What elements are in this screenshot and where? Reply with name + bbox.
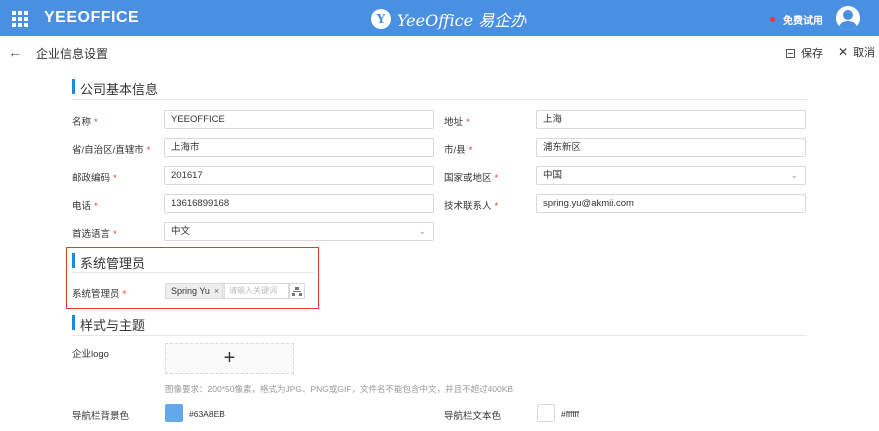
required-mark: * — [494, 173, 499, 184]
admin-keyword-input[interactable]: 请输入关键词 — [222, 283, 289, 299]
required-mark: * — [146, 145, 151, 156]
section-system-admin: 系统管理员 — [72, 251, 315, 273]
section-accent-bar — [72, 79, 75, 94]
admin-tag: Spring Yu × — [165, 283, 226, 299]
org-chart-button[interactable] — [289, 283, 305, 299]
city-label: 市/县 * — [444, 142, 472, 156]
city-input[interactable]: 浦东新区 — [536, 138, 806, 157]
tag-remove-icon[interactable]: × — [214, 284, 219, 298]
admin-label: 系统管理员 * — [72, 286, 126, 300]
nav-bg-color-swatch[interactable] — [165, 404, 183, 422]
zip-label-text: 邮政编码 — [72, 173, 111, 184]
back-arrow-icon[interactable]: ← — [8, 44, 22, 60]
admin-tag-label: Spring Yu — [171, 286, 210, 296]
country-label: 国家或地区 * — [444, 170, 498, 184]
name-input[interactable]: YEEOFFICE — [164, 110, 434, 129]
province-label: 省/自治区/直辖市 * — [72, 142, 150, 156]
section-title: 公司基本信息 — [80, 82, 159, 97]
name-label-text: 名称 — [72, 117, 92, 128]
product-logo: Y YeeOffice 易企办 — [371, 8, 526, 30]
zip-label: 邮政编码 * — [72, 170, 117, 184]
top-navigation-bar: YEEOFFICE Y YeeOffice 易企办 免费试用 — [0, 0, 879, 36]
brand-name[interactable]: YEEOFFICE — [44, 9, 139, 27]
plus-icon: + — [223, 347, 236, 369]
language-select[interactable]: 中文 ⌄ — [164, 222, 434, 241]
org-chart-icon — [292, 286, 302, 296]
section-basic-info: 公司基本信息 — [72, 76, 807, 100]
logo-text: YeeOffice 易企办 — [397, 11, 527, 30]
required-mark: * — [113, 229, 117, 240]
user-avatar-icon[interactable] — [836, 6, 860, 30]
cancel-label: 取消 — [853, 47, 876, 59]
phone-input[interactable]: 13616899168 — [164, 194, 434, 213]
free-trial-link[interactable]: 免费试用 — [770, 12, 823, 27]
phone-label: 电话 * — [72, 198, 98, 212]
logo-upload-area[interactable]: + — [165, 343, 294, 374]
required-mark: * — [466, 117, 470, 128]
zip-input[interactable]: 201617 — [164, 166, 434, 185]
required-mark: * — [122, 289, 127, 300]
required-mark: * — [468, 145, 473, 156]
address-input[interactable]: 上海 — [536, 110, 806, 129]
close-icon: ✕ — [838, 45, 849, 59]
address-label: 地址 * — [444, 114, 470, 128]
chevron-down-icon: ⌄ — [790, 170, 798, 180]
page-header — [0, 36, 879, 68]
section-title: 样式与主题 — [80, 318, 146, 333]
nav-bg-color-value: #63A8EB — [189, 409, 225, 419]
province-label-text: 省/自治区/直辖市 — [72, 145, 144, 156]
required-mark: * — [94, 201, 98, 212]
nav-text-color-value: #ffffff — [561, 409, 580, 419]
nav-text-color-label: 导航栏文本色 — [444, 411, 502, 422]
admin-label-text: 系统管理员 — [72, 289, 120, 300]
address-label-text: 地址 — [444, 117, 464, 128]
chevron-down-icon: ⌄ — [418, 226, 426, 236]
nav-text-color-swatch[interactable] — [537, 404, 555, 422]
required-mark: * — [113, 173, 117, 184]
app-grid-icon[interactable] — [10, 9, 28, 27]
language-select-value: 中文 — [171, 226, 191, 237]
phone-label-text: 电话 — [72, 201, 92, 212]
name-label: 名称 * — [72, 114, 98, 128]
section-accent-bar — [72, 253, 75, 268]
country-select[interactable]: 中国 ⌄ — [536, 166, 806, 185]
page-title: 企业信息设置 — [36, 47, 109, 61]
nav-bg-color-label: 导航栏背景色 — [72, 411, 130, 422]
country-label-text: 国家或地区 — [444, 173, 492, 184]
section-accent-bar — [72, 315, 75, 330]
cancel-button[interactable]: ✕ 取消 — [838, 44, 875, 60]
language-label-text: 首选语言 — [72, 229, 111, 240]
logo-label: 企业logo — [72, 349, 109, 360]
contact-label: 技术联系人 * — [444, 198, 498, 212]
contact-label-text: 技术联系人 — [444, 201, 492, 212]
logo-mark-icon: Y — [371, 9, 391, 29]
country-select-value: 中国 — [543, 170, 563, 181]
free-trial-label: 免费试用 — [783, 16, 823, 27]
required-mark: * — [494, 201, 499, 212]
province-input[interactable]: 上海市 — [164, 138, 434, 157]
save-icon — [786, 48, 795, 58]
section-theme: 样式与主题 — [72, 312, 807, 336]
save-button[interactable]: 保存 — [786, 45, 823, 61]
save-label: 保存 — [801, 48, 823, 60]
logo-requirements-hint: 图像要求：200*50像素，格式为JPG、PNG或GIF，文件名不能包含中文，并… — [165, 384, 514, 394]
language-label: 首选语言 * — [72, 226, 117, 240]
city-label-text: 市/县 — [444, 145, 466, 156]
section-title: 系统管理员 — [80, 256, 146, 271]
required-mark: * — [94, 117, 98, 128]
trial-dot-icon — [770, 17, 775, 22]
contact-input[interactable]: spring.yu@akmii.com — [536, 194, 806, 213]
